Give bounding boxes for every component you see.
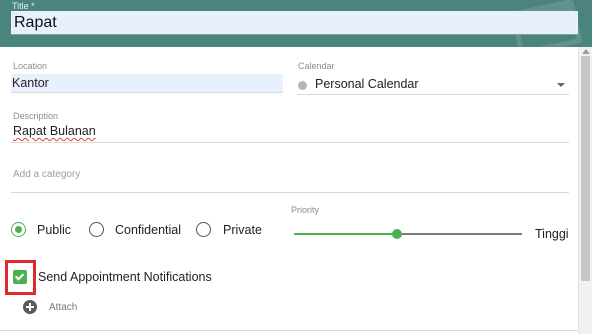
priority-slider[interactable] [294,228,522,240]
category-input[interactable]: Add a category [13,169,80,180]
chevron-down-icon[interactable] [557,83,565,87]
visibility-option-public[interactable]: Public [11,221,101,239]
radio-public[interactable] [11,222,26,237]
category-underline [11,192,569,193]
slider-fill [294,233,397,235]
radio-label-private: Private [223,223,262,237]
scroll-up-arrow-icon[interactable] [582,49,590,54]
calendar-value: Personal Calendar [315,77,419,91]
priority-label: Priority [291,205,320,215]
plus-circle-icon[interactable] [23,300,37,314]
notifications-checkbox[interactable] [13,270,27,284]
notifications-label[interactable]: Send Appointment Notifications [38,270,212,284]
check-icon [14,270,24,281]
description-underline [11,142,569,143]
dialog-body: Location Calendar Personal Calendar Desc… [0,47,578,334]
location-label: Location [13,61,48,71]
description-label: Description [13,111,59,121]
dialog-header: Title * [0,0,592,47]
scrollbar-thumb[interactable] [581,56,590,281]
visibility-option-private[interactable]: Private [196,221,276,239]
radio-label-confidential: Confidential [115,223,182,237]
bottom-divider [0,330,578,331]
calendar-label: Calendar [298,61,335,71]
calendar-select[interactable]: Personal Calendar [297,75,569,95]
calendar-color-dot [298,81,307,90]
priority-value: Tinggi [535,227,569,241]
radio-label-public: Public [37,223,72,237]
vertical-scrollbar[interactable] [578,47,592,334]
title-input[interactable] [11,11,578,35]
location-input[interactable] [11,74,283,93]
visibility-option-confidential[interactable]: Confidential [89,221,189,239]
slider-thumb[interactable] [391,229,402,239]
radio-confidential[interactable] [89,222,104,237]
description-input[interactable]: Rapat Bulanan [13,124,96,138]
attach-link[interactable]: Attach [49,302,77,313]
radio-private[interactable] [196,222,211,237]
title-label: Title * [12,1,35,11]
